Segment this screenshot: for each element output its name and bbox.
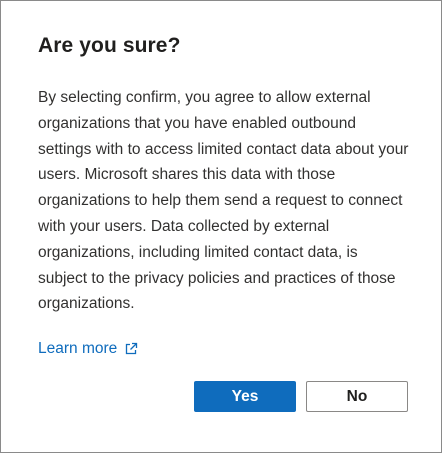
learn-more-label: Learn more: [38, 340, 118, 357]
dialog-body-text: By selecting confirm, you agree to allow…: [38, 89, 409, 313]
no-button[interactable]: No: [306, 381, 408, 412]
yes-button[interactable]: Yes: [194, 381, 296, 412]
external-link-icon: [124, 342, 138, 356]
dialog-title: Are you sure?: [38, 34, 181, 57]
learn-more-link[interactable]: Learn more: [38, 340, 138, 358]
confirmation-dialog: Are you sure? By selecting confirm, you …: [0, 0, 442, 453]
